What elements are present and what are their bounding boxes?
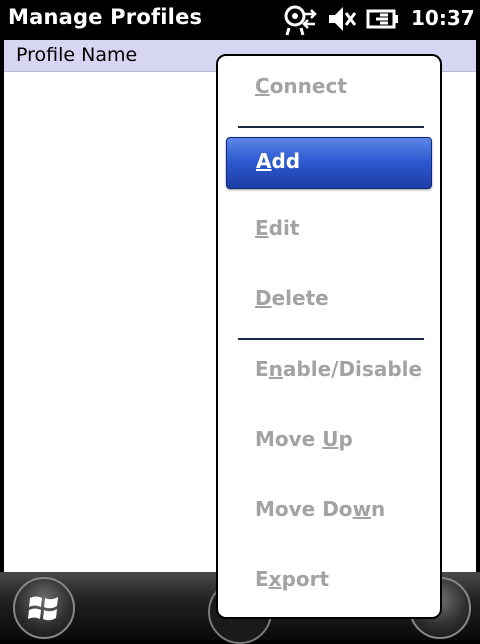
menu-item-move-up[interactable]: Move Up xyxy=(218,415,440,469)
menu-item-export[interactable]: Export xyxy=(218,555,440,609)
page-title: Manage Profiles xyxy=(8,5,203,29)
menu-item-label: Move Down xyxy=(255,497,386,521)
menu-item-label: Connect xyxy=(255,74,347,98)
speaker-mute-icon[interactable] xyxy=(326,4,358,38)
menu-item-connect[interactable]: Connect xyxy=(218,62,440,116)
menu-item-delete[interactable]: Delete xyxy=(218,274,440,328)
menu-item-label: Move Up xyxy=(255,427,353,451)
menu-item-label: Edit xyxy=(255,216,300,240)
menu-separator xyxy=(238,338,424,340)
menu-separator xyxy=(238,126,424,128)
column-header-profile-name: Profile Name xyxy=(16,44,138,66)
clock[interactable]: 10:37 xyxy=(411,6,475,30)
battery-charging-icon[interactable] xyxy=(366,4,402,38)
menu-item-label: Export xyxy=(255,567,330,591)
start-button[interactable] xyxy=(13,577,75,639)
menu-item-label: Add xyxy=(256,149,301,173)
menu-item-edit[interactable]: Edit xyxy=(218,204,440,258)
menu-item-enable-disable[interactable]: Enable/Disable xyxy=(218,345,440,399)
context-menu: Connect Add Edit Delete Enable/Disable Move U… xyxy=(216,54,442,619)
menu-item-add[interactable]: Add xyxy=(226,137,432,189)
windows-logo-icon xyxy=(28,596,58,621)
menu-item-label: Enable/Disable xyxy=(255,357,423,381)
title-bar: Manage Profiles 10:37 xyxy=(0,0,480,38)
menu-item-label: Delete xyxy=(255,286,329,310)
connectivity-icon[interactable] xyxy=(282,4,318,40)
menu-item-move-down[interactable]: Move Down xyxy=(218,485,440,539)
